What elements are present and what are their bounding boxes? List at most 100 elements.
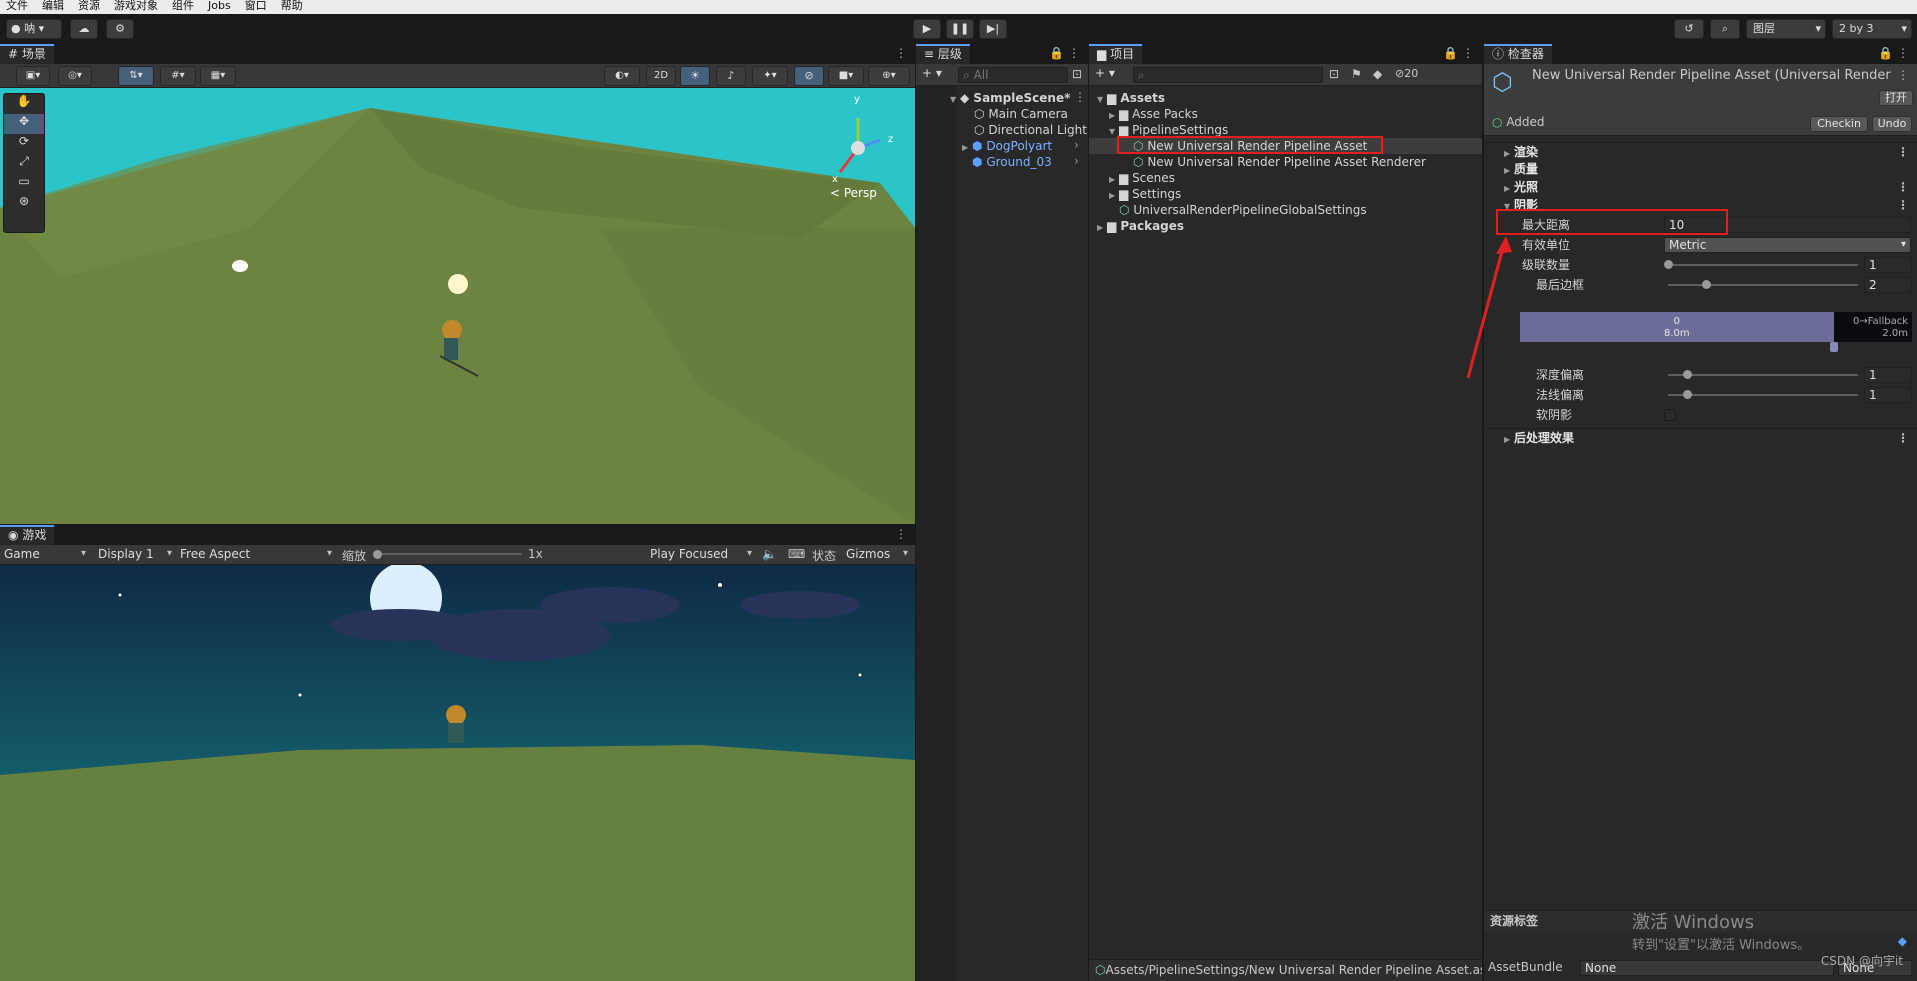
camera-icon[interactable]: ■▾: [828, 66, 864, 86]
menu-component[interactable]: 组件: [172, 0, 194, 14]
history-icon[interactable]: ↺: [1674, 19, 1704, 39]
hierarchy-item[interactable]: ▶ ⬢ DogPolyart: [962, 138, 1052, 154]
depth-bias-knob[interactable]: [1683, 370, 1692, 379]
account-dropdown[interactable]: ● 呐 ▾: [6, 19, 62, 39]
tab-inspector[interactable]: ⓘ 检查器: [1484, 44, 1552, 64]
section-menu-icon[interactable]: ⋮: [1897, 429, 1909, 447]
project-packages-row[interactable]: ▶ ▆ Packages: [1097, 218, 1184, 234]
depth-bias-input[interactable]: 1: [1864, 367, 1912, 383]
gizmos-dropdown[interactable]: Gizmos: [846, 545, 910, 563]
cascade-split-handle[interactable]: [1829, 342, 1838, 352]
rect-tool-icon[interactable]: ▭: [4, 174, 44, 194]
game-viewport[interactable]: [0, 565, 915, 981]
tab-hierarchy[interactable]: ≡ 层级: [916, 44, 970, 64]
cascade-count-slider[interactable]: [1668, 264, 1858, 266]
cloud-icon[interactable]: ☁: [70, 19, 98, 39]
project-item[interactable]: ▶ ▆ Settings: [1109, 186, 1181, 202]
project-menu-icon[interactable]: ⋮: [1462, 46, 1474, 60]
last-border-knob[interactable]: [1702, 280, 1711, 289]
stats-button[interactable]: 状态: [812, 547, 836, 564]
hierarchy-item[interactable]: ⬡ Directional Light: [974, 122, 1087, 138]
hand-tool-icon[interactable]: ✋: [4, 94, 44, 114]
scale-slider[interactable]: [376, 553, 522, 555]
layout-dropdown[interactable]: 2 by 3 ▾: [1832, 19, 1912, 39]
section-lighting[interactable]: ▶ 光照 ⋮: [1484, 178, 1917, 196]
play-mode-dropdown[interactable]: Play Focused: [650, 545, 754, 563]
hidden-packages-icon[interactable]: ⊘20: [1395, 67, 1418, 80]
project-search-input[interactable]: ⌕: [1133, 67, 1323, 83]
hierarchy-lock-icon[interactable]: 🔒: [1049, 46, 1064, 60]
prefab-open-icon[interactable]: ›: [1074, 138, 1079, 152]
gizmos-icon[interactable]: ⊕▾: [868, 66, 910, 86]
pause-button[interactable]: ❚❚: [946, 19, 974, 39]
project-add-button[interactable]: + ▾: [1095, 66, 1115, 80]
layers-dropdown[interactable]: 图层 ▾: [1746, 19, 1826, 39]
scene-menu-icon[interactable]: ⋮: [895, 46, 907, 60]
move-tool-handle-icon[interactable]: ⇅▾: [118, 66, 154, 86]
inspector-header-menu-icon[interactable]: ⋮: [1897, 68, 1909, 82]
project-item[interactable]: ⬡ New Universal Render Pipeline Asset Re…: [1133, 154, 1426, 170]
scene-viewport[interactable]: y z x < Persp ✋ ✥ ⟳ ⤢ ▭ ⊛: [0, 88, 915, 524]
menu-file[interactable]: 文件: [6, 0, 28, 14]
transform-tool-icon[interactable]: ⊛: [4, 194, 44, 214]
project-item[interactable]: ▶ ▆ Asse Packs: [1109, 106, 1198, 122]
cascade-count-knob[interactable]: [1664, 260, 1673, 269]
hierarchy-menu-icon[interactable]: ⋮: [1068, 46, 1080, 60]
project-lock-icon[interactable]: 🔒: [1443, 46, 1458, 60]
hierarchy-item[interactable]: ⬡ Main Camera: [974, 106, 1068, 122]
last-border-input[interactable]: 2: [1864, 277, 1912, 293]
normal-bias-input[interactable]: 1: [1864, 387, 1912, 403]
section-post-processing[interactable]: ▶ 后处理效果 ⋮: [1484, 428, 1917, 446]
working-unit-dropdown[interactable]: Metric ▾: [1664, 237, 1911, 253]
lighting-icon[interactable]: ☀: [680, 66, 710, 86]
inspector-menu-icon[interactable]: ⋮: [1897, 46, 1909, 60]
project-item[interactable]: ⬡ UniversalRenderPipelineGlobalSettings: [1119, 202, 1367, 218]
menu-help[interactable]: 帮助: [281, 0, 303, 14]
scene-root-row[interactable]: ▼ ◆ SampleScene*: [950, 90, 1070, 106]
undo-button[interactable]: Undo: [1872, 116, 1912, 132]
scale-slider-knob[interactable]: [373, 550, 382, 559]
cascade-split-bar[interactable]: 0 8.0m 0→Fallback 2.0m: [1520, 312, 1912, 342]
search-icon[interactable]: ⌕: [1710, 19, 1740, 39]
hierarchy-add-button[interactable]: + ▾: [922, 66, 942, 80]
hierarchy-search-input[interactable]: ⌕ All: [958, 67, 1068, 83]
move-tool-icon[interactable]: ✥: [4, 114, 44, 134]
prefab-open-icon[interactable]: ›: [1074, 154, 1079, 168]
section-menu-icon[interactable]: ⋮: [1897, 178, 1909, 196]
project-assets-row[interactable]: ▼ ▆ Assets: [1097, 90, 1165, 106]
section-quality[interactable]: ▶ 质量: [1484, 160, 1917, 178]
game-mode-dropdown[interactable]: Game: [4, 545, 88, 563]
game-menu-icon[interactable]: ⋮: [895, 527, 907, 541]
mute-icon[interactable]: 🔈: [762, 547, 777, 561]
display-dropdown[interactable]: Display 1: [98, 545, 174, 563]
shading-icon[interactable]: ◐▾: [604, 66, 640, 86]
toggle-2d-button[interactable]: 2D: [646, 66, 676, 86]
scale-tool-icon[interactable]: ⤢: [4, 154, 44, 174]
grid-snap-icon[interactable]: #▾: [160, 66, 196, 86]
hierarchy-item[interactable]: ⬢ Ground_03: [962, 154, 1052, 170]
checkin-button[interactable]: Checkin: [1810, 116, 1868, 132]
effects-icon[interactable]: ✦▾: [752, 66, 788, 86]
tab-project[interactable]: ▆ 项目: [1089, 44, 1143, 64]
search-by-type-icon[interactable]: ⊡: [1329, 67, 1339, 81]
globe-icon[interactable]: ◎▾: [58, 66, 92, 86]
menu-assets[interactable]: 资源: [78, 0, 100, 14]
search-by-label-icon[interactable]: ⚑: [1351, 67, 1362, 81]
menu-jobs[interactable]: Jobs: [208, 0, 231, 14]
menu-window[interactable]: 窗口: [245, 0, 267, 14]
collab-icon[interactable]: ⚙: [106, 19, 134, 39]
step-button[interactable]: ▶|: [979, 19, 1007, 39]
scene-menu-icon[interactable]: ⋮: [1074, 90, 1086, 104]
rotate-tool-icon[interactable]: ⟳: [4, 134, 44, 154]
hidden-objects-icon[interactable]: ⊘: [794, 66, 824, 86]
grid-icon[interactable]: ▦▾: [200, 66, 236, 86]
last-border-slider[interactable]: [1668, 284, 1858, 286]
asset-bundle-dropdown[interactable]: None: [1580, 960, 1834, 976]
cascade-count-input[interactable]: 1: [1864, 257, 1912, 273]
menu-edit[interactable]: 编辑: [42, 0, 64, 14]
tab-game[interactable]: ◉ 游戏: [0, 525, 55, 545]
project-item[interactable]: ▶ ▆ Scenes: [1109, 170, 1175, 186]
section-menu-icon[interactable]: ⋮: [1897, 196, 1909, 214]
section-rendering[interactable]: ▶ 渲染 ⋮: [1484, 142, 1917, 160]
audio-icon[interactable]: ♪: [716, 66, 746, 86]
